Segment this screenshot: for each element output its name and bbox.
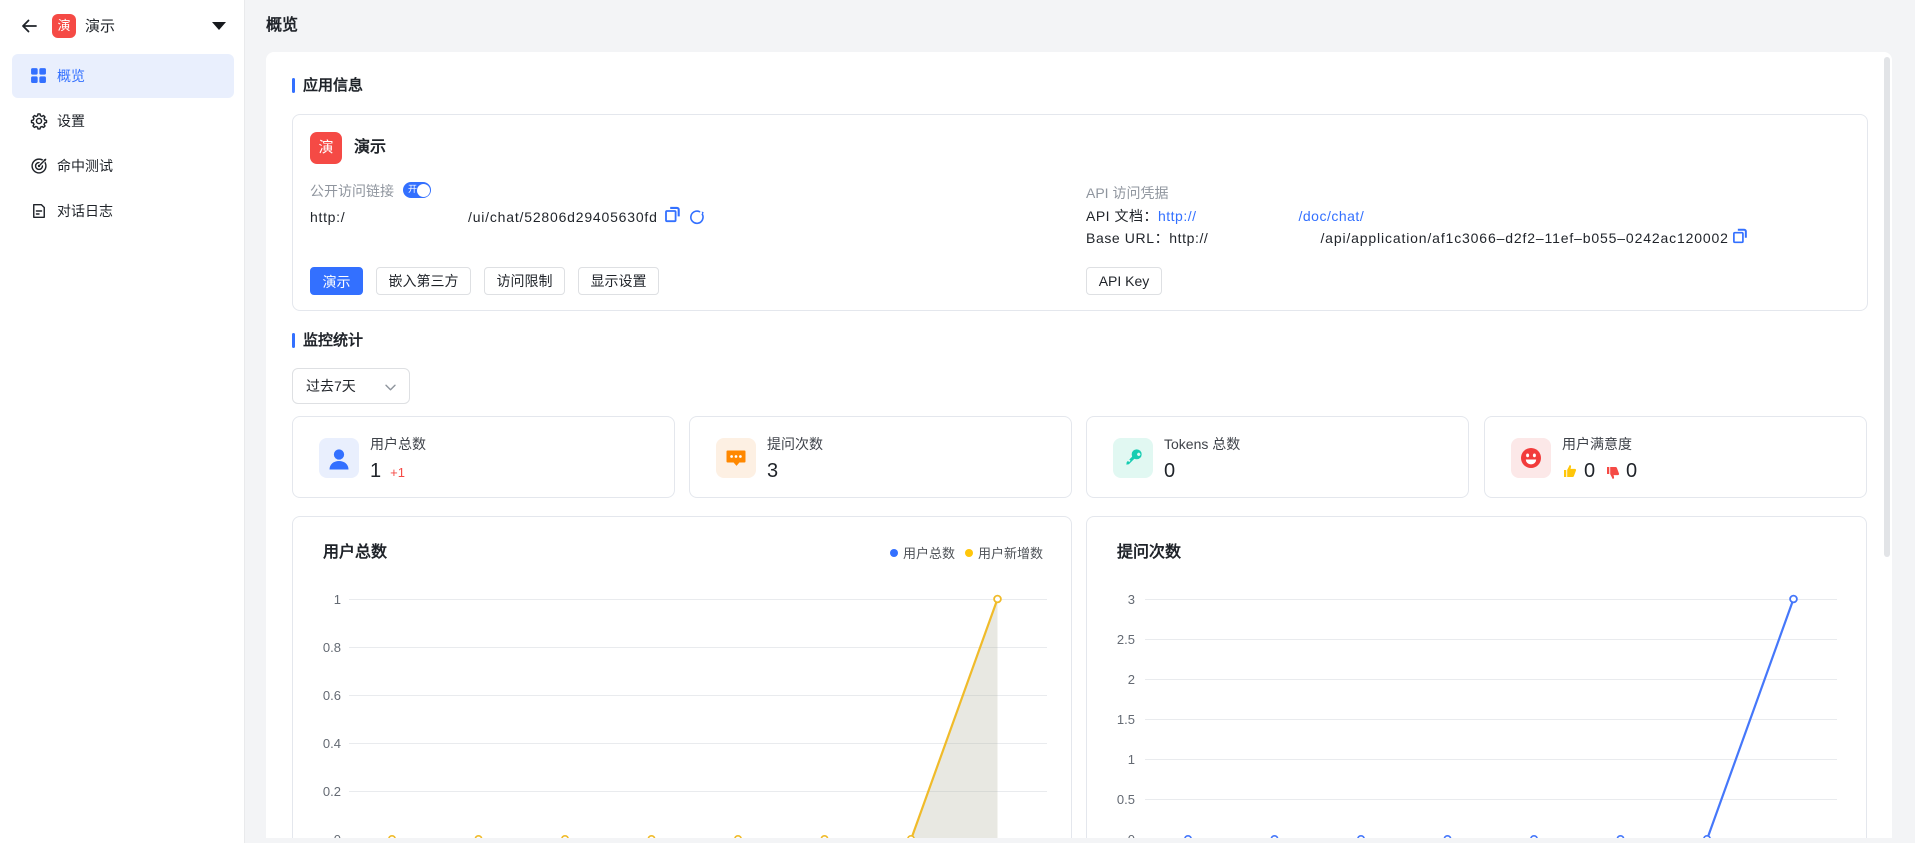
svg-text:0.6: 0.6 bbox=[323, 688, 341, 703]
svg-text:1: 1 bbox=[1128, 752, 1135, 767]
svg-text:1: 1 bbox=[334, 592, 341, 607]
svg-text:0.2: 0.2 bbox=[323, 784, 341, 799]
svg-text:0: 0 bbox=[334, 832, 341, 838]
svg-text:0.5: 0.5 bbox=[1117, 792, 1135, 807]
svg-text:0.4: 0.4 bbox=[323, 736, 341, 751]
svg-text:2.5: 2.5 bbox=[1117, 632, 1135, 647]
svg-text:0: 0 bbox=[1128, 832, 1135, 838]
svg-text:0.8: 0.8 bbox=[323, 640, 341, 655]
svg-text:3: 3 bbox=[1128, 592, 1135, 607]
svg-text:2: 2 bbox=[1128, 672, 1135, 687]
svg-text:1.5: 1.5 bbox=[1117, 712, 1135, 727]
